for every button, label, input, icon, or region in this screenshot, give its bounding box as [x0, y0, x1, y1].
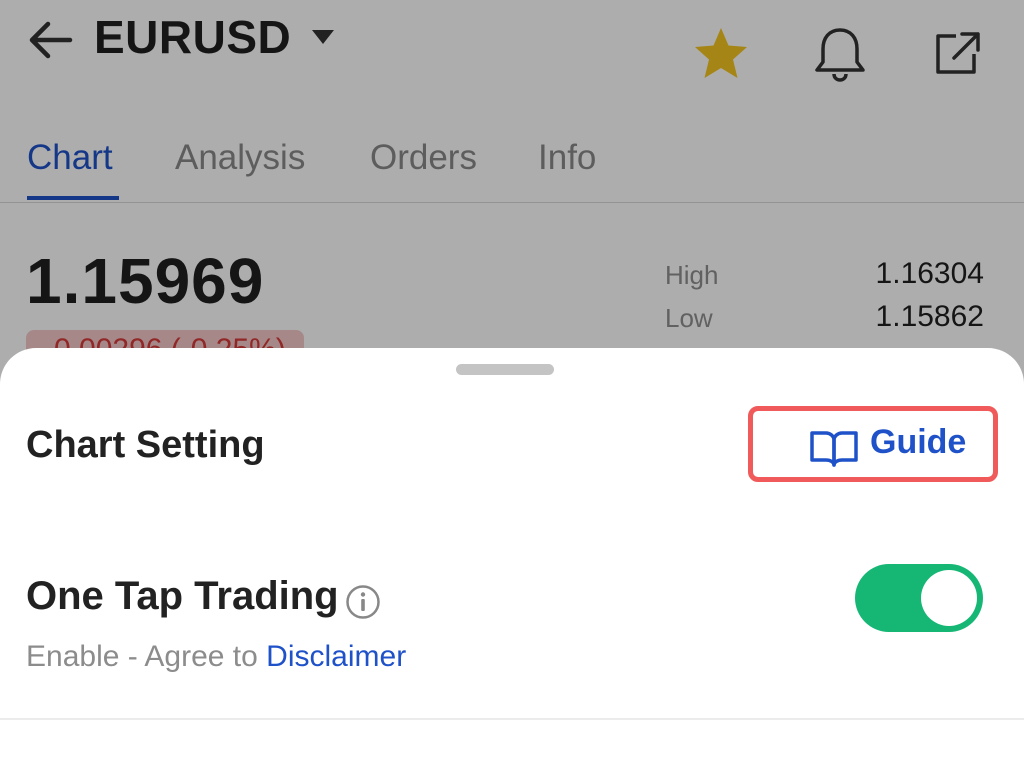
toggle-knob — [921, 570, 977, 626]
divider — [0, 718, 1024, 720]
disclaimer-link[interactable]: Disclaimer — [266, 640, 406, 673]
subtitle-prefix: Enable - Agree to — [26, 640, 267, 673]
sheet-title: Chart Setting — [26, 424, 265, 466]
one-tap-trading-toggle[interactable] — [855, 564, 983, 632]
sheet-drag-handle[interactable] — [456, 364, 554, 375]
one-tap-trading-subtitle: Enable - Agree to Disclaimer — [26, 640, 406, 674]
info-icon[interactable] — [345, 584, 381, 620]
chart-setting-sheet: Chart Setting Guide One Tap Trading Enab… — [0, 348, 1024, 782]
guide-button[interactable]: Guide — [748, 406, 998, 482]
guide-label: Guide — [870, 423, 967, 461]
one-tap-trading-title: One Tap Trading — [26, 574, 339, 618]
book-icon — [810, 431, 858, 467]
screen: EURUSD Chart Analysis Orders Info 1.1596… — [0, 0, 1024, 782]
